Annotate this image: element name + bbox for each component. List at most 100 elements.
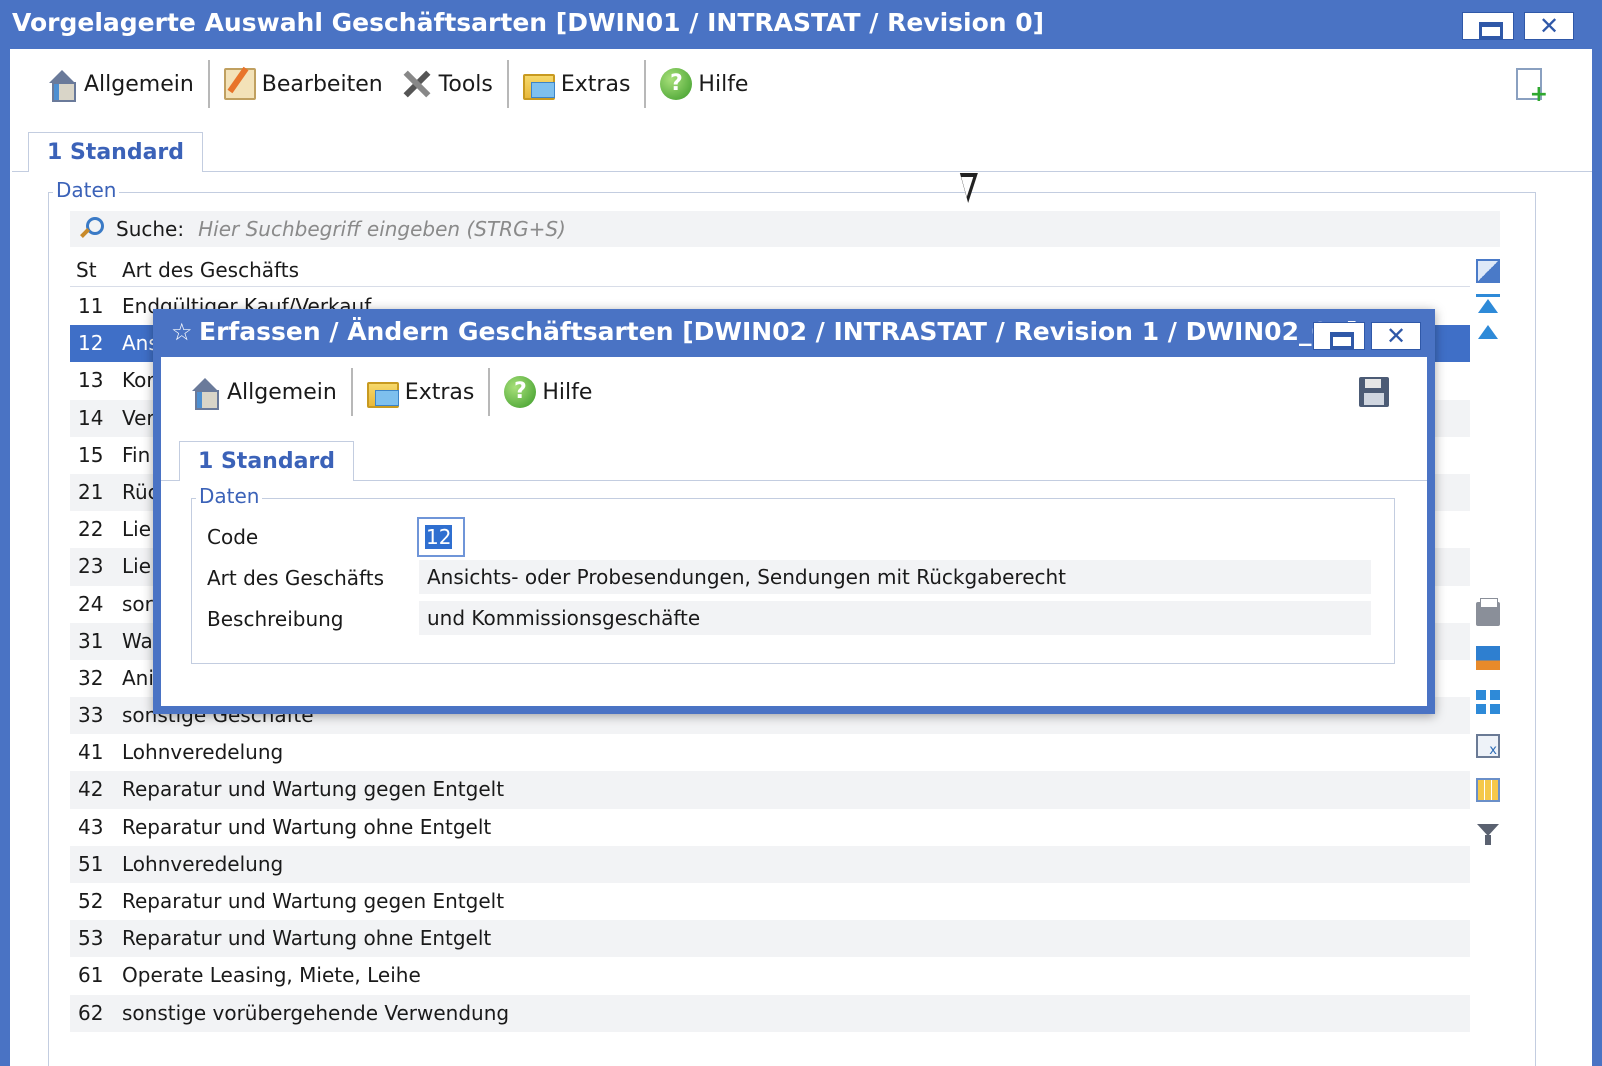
row-code: 43 <box>78 814 104 839</box>
table-row[interactable]: 53 Reparatur und Wartung ohne Entgelt <box>70 920 1470 958</box>
dialog-tab-standard[interactable]: 1 Standard <box>179 441 355 481</box>
folder-icon <box>522 74 555 100</box>
table-row[interactable]: 42 Reparatur und Wartung gegen Entgelt <box>70 771 1470 809</box>
row-code: 12 <box>78 331 104 356</box>
table-row[interactable]: 62 sonstige vorübergehende Verwendung <box>70 994 1470 1032</box>
home-icon <box>189 376 221 410</box>
dialog-close-button[interactable]: ✕ <box>1371 322 1421 350</box>
print-icon[interactable] <box>1476 598 1500 626</box>
daten-group-label: Daten <box>53 179 120 201</box>
image-export-icon[interactable] <box>1476 646 1500 670</box>
row-code: 21 <box>78 479 104 504</box>
row-code: 13 <box>78 368 104 393</box>
table-row[interactable]: 41 Lohnveredelung <box>70 734 1470 771</box>
help-icon: ? <box>504 376 537 408</box>
filter-icon[interactable] <box>1476 822 1500 846</box>
dialog-body: Allgemein Extras ? Hilfe 1 Standard Date… <box>161 357 1427 706</box>
row-code: 22 <box>78 517 104 542</box>
beschreibung-label: Beschreibung <box>207 607 344 631</box>
dialog-menu-allgemein[interactable]: Allgemein <box>175 368 351 416</box>
column-header-art[interactable]: Art des Geschäfts <box>122 253 299 287</box>
row-art: Reparatur und Wartung ohne Entgelt <box>122 926 492 951</box>
row-art: Kor <box>122 368 155 393</box>
main-window-title: Vorgelagerte Auswahl Geschäftsarten [DWI… <box>12 8 1045 37</box>
row-code: 33 <box>78 703 104 728</box>
row-code: 53 <box>78 926 104 951</box>
search-label: Suche: <box>116 217 185 241</box>
search-input[interactable] <box>198 217 899 241</box>
row-code: 52 <box>78 889 104 913</box>
row-art: Reparatur und Wartung gegen Entgelt <box>122 777 505 802</box>
main-titlebar[interactable]: Vorgelagerte Auswahl Geschäftsarten [DWI… <box>0 0 1602 49</box>
row-art: Lohnveredelung <box>122 740 284 765</box>
edit-dialog: ☆ Erfassen / Ändern Geschäftsarten [DWIN… <box>153 309 1435 714</box>
code-field[interactable]: 12 <box>417 517 465 557</box>
row-art: Lie <box>122 517 152 542</box>
row-art: sor <box>122 591 153 616</box>
table-row[interactable]: 52 Reparatur und Wartung gegen Entgelt <box>70 883 1470 920</box>
tools-icon <box>401 68 433 100</box>
new-document-icon[interactable] <box>1516 68 1548 106</box>
search-bar: Suche: <box>70 211 1500 247</box>
menu-hilfe[interactable]: ? Hilfe <box>646 60 762 108</box>
dialog-menu-hilfe-label: Hilfe <box>542 379 593 405</box>
dialog-toolbar: Allgemein Extras ? Hilfe <box>175 357 1427 427</box>
table-row[interactable]: 51 Lohnveredelung <box>70 845 1470 883</box>
search-icon <box>78 216 104 242</box>
table-row[interactable]: 43 Reparatur und Wartung ohne Entgelt <box>70 809 1470 846</box>
table-row[interactable]: 61 Operate Leasing, Miete, Leihe <box>70 957 1470 994</box>
scroll-top-icon[interactable] <box>1476 294 1500 318</box>
row-art: Reparatur und Wartung gegen Entgelt <box>122 889 505 913</box>
row-code: 41 <box>78 740 104 765</box>
scroll-up-icon[interactable] <box>1476 320 1500 344</box>
star-icon[interactable]: ☆ <box>171 319 193 345</box>
menu-extras-label: Extras <box>560 71 631 97</box>
row-code: 32 <box>78 665 104 690</box>
beschreibung-field-value: und Kommissionsgeschäfte <box>427 606 701 630</box>
dialog-menu-extras-label: Extras <box>404 379 475 405</box>
help-icon: ? <box>660 68 693 100</box>
dialog-menu-hilfe[interactable]: ? Hilfe <box>490 368 606 416</box>
grid-header: St Art des Geschäfts <box>70 253 1470 287</box>
main-minimize-button[interactable] <box>1462 12 1514 40</box>
menu-bearbeiten-label: Bearbeiten <box>261 71 383 97</box>
main-close-button[interactable]: ✕ <box>1524 12 1574 40</box>
row-code: 14 <box>78 405 104 430</box>
dialog-daten-group-label: Daten <box>196 485 263 507</box>
menu-allgemein[interactable]: Allgemein <box>32 60 208 108</box>
row-code: 51 <box>78 851 104 876</box>
row-code: 23 <box>78 554 104 579</box>
save-icon[interactable] <box>1359 377 1389 407</box>
dialog-minimize-button[interactable] <box>1313 322 1365 350</box>
tile-view-icon[interactable] <box>1476 690 1500 714</box>
art-label: Art des Geschäfts <box>207 566 384 590</box>
edit-icon <box>223 68 256 100</box>
row-code: 62 <box>78 1000 104 1025</box>
menu-tools[interactable]: Tools <box>397 60 507 108</box>
menu-tools-label: Tools <box>438 71 493 97</box>
excel-export-icon[interactable] <box>1476 734 1500 758</box>
row-art: Lie <box>122 554 152 579</box>
menu-allgemein-label: Allgemein <box>84 71 194 97</box>
chart-icon[interactable] <box>1476 259 1500 283</box>
row-art: Lohnveredelung <box>122 851 284 876</box>
dialog-menu-extras[interactable]: Extras <box>353 368 489 416</box>
dialog-menu-allgemein-label: Allgemein <box>227 379 337 405</box>
dialog-titlebar[interactable]: ☆ Erfassen / Ändern Geschäftsarten [DWIN… <box>153 309 1435 357</box>
art-field[interactable]: Ansichts- oder Probesendungen, Sendungen… <box>419 560 1371 594</box>
home-icon <box>46 68 78 102</box>
beschreibung-field[interactable]: und Kommissionsgeschäfte <box>419 601 1371 635</box>
row-art: sonstige vorübergehende Verwendung <box>122 1000 510 1025</box>
table-view-icon[interactable] <box>1476 778 1500 802</box>
code-field-value: 12 <box>425 525 453 549</box>
row-art: Operate Leasing, Miete, Leihe <box>122 963 421 988</box>
row-art: Ani <box>122 665 154 690</box>
row-art: Wa <box>122 628 153 653</box>
menu-extras[interactable]: Extras <box>509 60 645 108</box>
row-art: Ver <box>122 405 155 430</box>
menu-bearbeiten[interactable]: Bearbeiten <box>210 60 397 108</box>
row-code: 42 <box>78 777 104 802</box>
row-art: Fin <box>122 442 151 467</box>
column-header-code[interactable]: St <box>76 253 97 287</box>
tab-standard[interactable]: 1 Standard <box>28 132 204 172</box>
